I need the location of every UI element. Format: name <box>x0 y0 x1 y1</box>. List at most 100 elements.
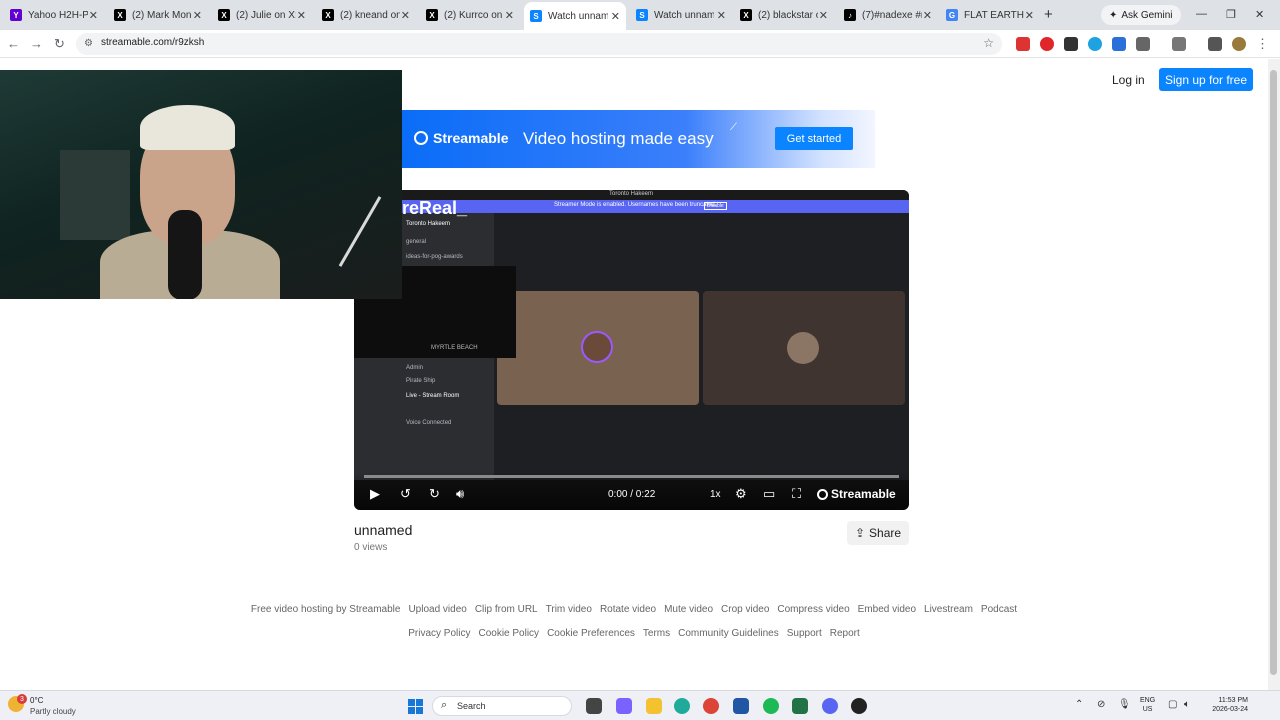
footer-link[interactable]: Compress video <box>777 604 849 615</box>
close-icon[interactable]: ✕ <box>717 9 726 22</box>
player-controls: ▶ ↺ ↻ 🔊︎ 0:00 / 0:22 1x ⚙ ▭ ⛶ Streamable <box>354 472 909 510</box>
network-icon[interactable]: ⊘ <box>1097 699 1105 710</box>
rewind-icon[interactable]: ↺ <box>400 486 411 502</box>
tab-x-1[interactable]: X (2) Mark Money ✕ <box>108 4 208 26</box>
close-icon[interactable]: ✕ <box>89 9 98 22</box>
video-channel: Admin <box>406 365 424 371</box>
tab-google[interactable]: G FLAT EARTH - G ✕ <box>940 4 1040 26</box>
close-icon[interactable]: ✕ <box>401 9 410 22</box>
get-started-button[interactable]: Get started <box>775 127 853 150</box>
copilot-icon[interactable] <box>616 698 632 714</box>
footer-link[interactable]: Support <box>787 628 822 639</box>
tab-x-5[interactable]: X (2) blackstar on ✕ <box>734 4 834 26</box>
progress-bar[interactable] <box>364 475 899 478</box>
settings-icon[interactable]: ⚙ <box>735 486 747 502</box>
close-icon[interactable]: ✕ <box>297 9 306 22</box>
microphone-icon[interactable]: 🎙︎ <box>1118 699 1131 710</box>
close-icon[interactable]: ✕ <box>193 9 202 22</box>
edge-icon[interactable] <box>674 698 690 714</box>
chevron-up-icon[interactable]: ⌃ <box>1075 699 1083 710</box>
display-icon[interactable]: ▢ <box>1168 699 1177 710</box>
footer-link[interactable]: Podcast <box>981 604 1017 615</box>
reading-mode-icon[interactable] <box>1172 37 1186 51</box>
close-icon[interactable]: ✕ <box>819 9 828 22</box>
fullscreen-icon[interactable]: ⛶ <box>792 486 801 502</box>
excel-icon[interactable] <box>792 698 808 714</box>
forward-icon[interactable]: ↻ <box>429 486 440 502</box>
bookmark-star-icon[interactable]: ☆ <box>983 36 994 50</box>
url-text[interactable]: streamable.com/r9zksh <box>101 37 204 48</box>
footer-link[interactable]: Rotate video <box>600 604 656 615</box>
signup-button[interactable]: Sign up for free <box>1159 68 1253 91</box>
minimize-icon[interactable]: — <box>1196 8 1207 20</box>
footer-link[interactable]: Terms <box>643 628 670 639</box>
footer-link[interactable]: Embed video <box>858 604 916 615</box>
tab-streamable-active[interactable]: S Watch unname ✕ <box>524 2 626 30</box>
weather-condition[interactable]: Partly cloudy <box>30 707 76 716</box>
login-link[interactable]: Log in <box>1112 73 1145 87</box>
weather-temperature[interactable]: 0°C <box>30 696 43 705</box>
close-icon[interactable]: ✕ <box>611 10 620 23</box>
footer-link[interactable]: Report <box>830 628 860 639</box>
tab-streamable[interactable]: S Watch unname ✕ <box>630 4 732 26</box>
close-icon[interactable]: ✕ <box>923 9 932 22</box>
scrollbar-thumb[interactable] <box>1270 70 1277 675</box>
reload-icon[interactable]: ↻ <box>54 36 65 52</box>
extension-icon[interactable] <box>1112 37 1126 51</box>
maximize-icon[interactable]: ❐ <box>1226 8 1236 21</box>
footer-link[interactable]: Cookie Preferences <box>547 628 635 639</box>
app-icon[interactable] <box>733 698 749 714</box>
footer-link[interactable]: Free video hosting by Streamable <box>251 604 401 615</box>
footer-link[interactable]: Clip from URL <box>475 604 538 615</box>
window-close-icon[interactable]: ✕ <box>1255 8 1264 21</box>
new-tab-button[interactable]: + <box>1044 6 1053 23</box>
tab-x-3[interactable]: X (2) kneand on X ✕ <box>316 4 416 26</box>
more-menu-icon[interactable]: ⋮ <box>1256 36 1269 52</box>
speaker-icon[interactable]: 🔈︎ <box>1184 699 1190 710</box>
spotify-icon[interactable] <box>763 698 779 714</box>
site-info-icon[interactable]: ⚙ <box>84 38 93 49</box>
footer-link[interactable]: Upload video <box>408 604 466 615</box>
playback-speed[interactable]: 1x <box>710 489 721 500</box>
promo-banner[interactable]: Streamable Video hosting made easy ⟋ Get… <box>402 110 875 168</box>
footer-link[interactable]: Cookie Policy <box>478 628 539 639</box>
ask-gemini-button[interactable]: ✦ Ask Gemini <box>1101 5 1181 25</box>
footer-link[interactable]: Trim video <box>546 604 592 615</box>
tab-x-4[interactable]: X (2) Kurrco on X ✕ <box>420 4 520 26</box>
language-indicator[interactable]: ENG US <box>1140 696 1155 714</box>
extension-icon[interactable] <box>1064 37 1078 51</box>
address-bar[interactable]: ⚙ streamable.com/r9zksh ☆ <box>76 33 1002 55</box>
close-icon[interactable]: ✕ <box>505 9 514 22</box>
avatar[interactable] <box>1232 37 1246 51</box>
forward-icon[interactable]: → <box>30 36 43 51</box>
footer-link[interactable]: Community Guidelines <box>678 628 779 639</box>
footer-link[interactable]: Crop video <box>721 604 769 615</box>
obs-icon[interactable] <box>851 698 867 714</box>
close-icon[interactable]: ✕ <box>1025 9 1034 22</box>
share-button[interactable]: ⇪ Share <box>847 521 909 545</box>
extension-icon[interactable] <box>1016 37 1030 51</box>
extension-icon[interactable] <box>1088 37 1102 51</box>
task-view-icon[interactable] <box>586 698 602 714</box>
volume-icon[interactable]: 🔊︎ <box>456 486 464 502</box>
chrome-icon[interactable] <box>703 698 719 714</box>
file-explorer-icon[interactable] <box>646 698 662 714</box>
start-button[interactable] <box>408 699 423 714</box>
pip-icon[interactable]: ▭ <box>763 486 775 502</box>
footer-link[interactable]: Livestream <box>924 604 973 615</box>
taskbar-search[interactable]: ⌕ Search <box>432 696 572 716</box>
discord-icon[interactable] <box>822 698 838 714</box>
tab-yahoo[interactable]: Y Yahoo H2H-Pts ✕ <box>4 4 104 26</box>
video-player[interactable]: Toronto Hakeem Streamer Mode is enabled.… <box>354 190 909 510</box>
tab-tiktok[interactable]: ♪ (7)#nadexe #nb ✕ <box>838 4 938 26</box>
footer-link[interactable]: Mute video <box>664 604 713 615</box>
customize-icon[interactable] <box>1208 37 1222 51</box>
play-icon[interactable]: ▶ <box>370 486 380 502</box>
extension-icon[interactable] <box>1040 37 1054 51</box>
extensions-puzzle-icon[interactable] <box>1136 37 1150 51</box>
player-brand[interactable]: Streamable <box>817 487 896 501</box>
system-clock[interactable]: 11:53 PM 2026-03-24 <box>1202 696 1248 714</box>
back-icon[interactable]: ← <box>7 36 20 51</box>
footer-link[interactable]: Privacy Policy <box>408 628 470 639</box>
tab-x-2[interactable]: X (2) Julie on X: "S ✕ <box>212 4 312 26</box>
